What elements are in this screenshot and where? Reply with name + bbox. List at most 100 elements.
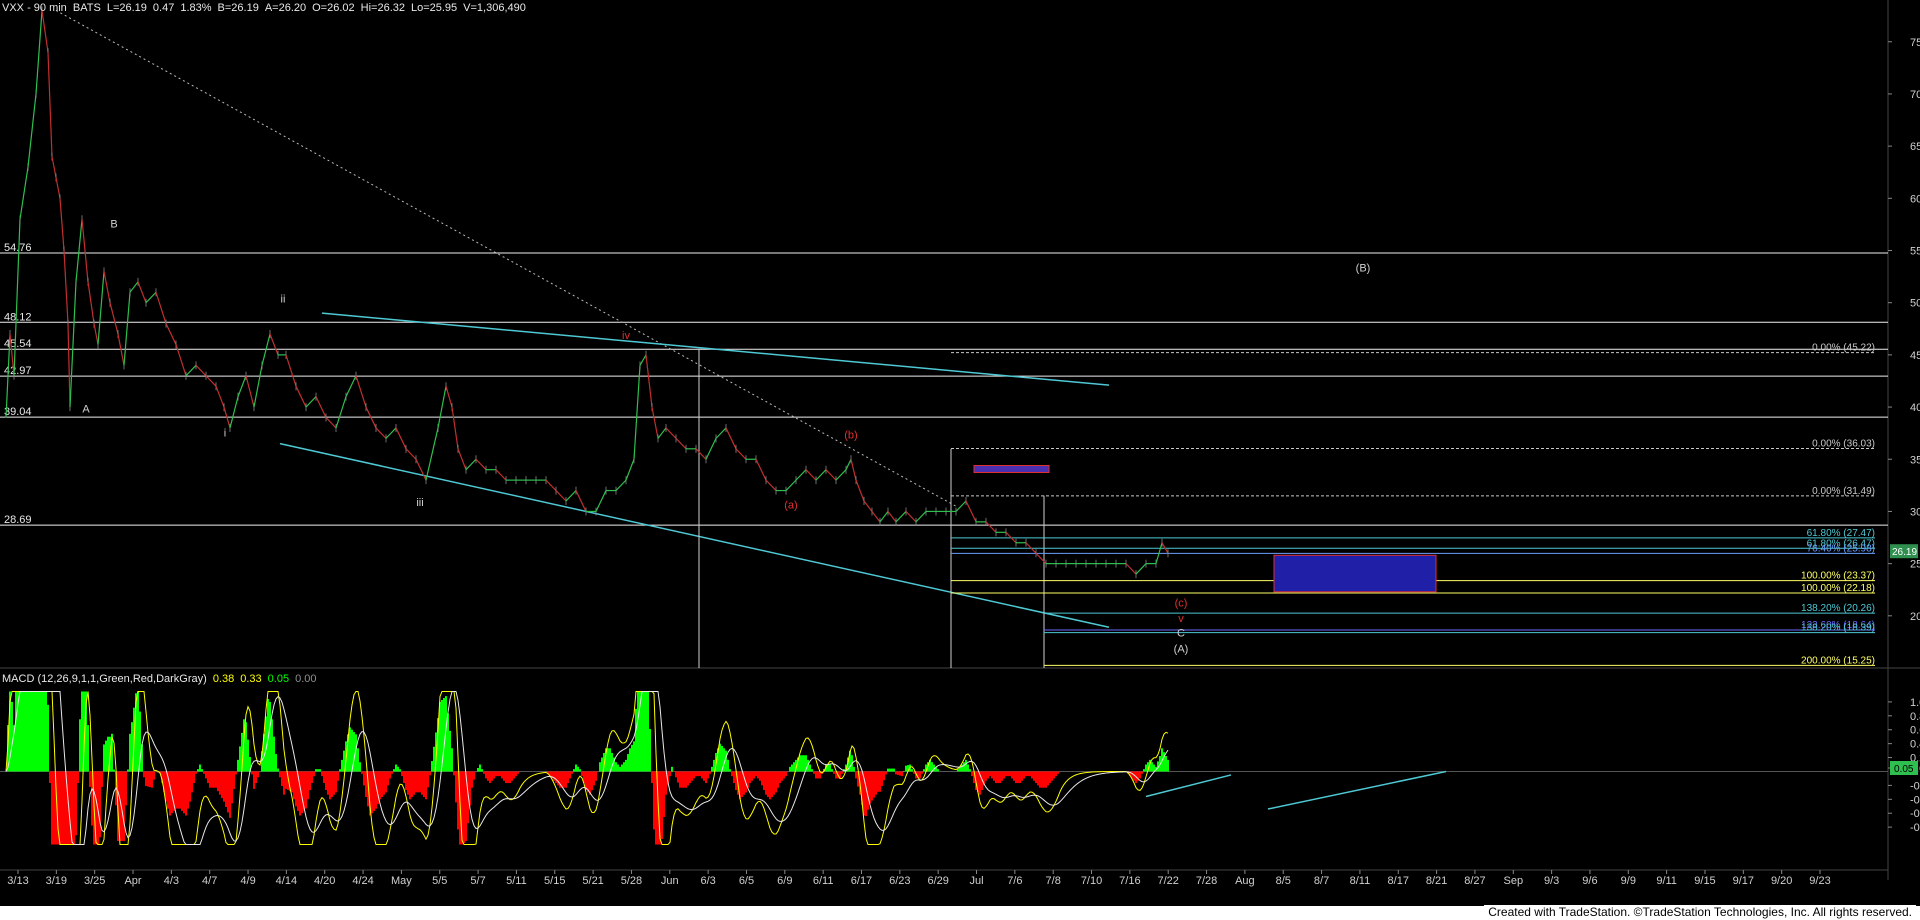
price-segment <box>229 396 239 429</box>
price-segment <box>253 365 263 408</box>
wave-label: iv <box>622 330 630 342</box>
price-segment <box>735 448 747 460</box>
price-segment <box>47 52 53 157</box>
price-level-label: 45.54 <box>4 338 32 350</box>
y-tick-label: 25.00 <box>1910 559 1920 571</box>
x-tick-label: Jun <box>661 875 679 887</box>
price-segment <box>805 469 817 481</box>
price-segment <box>51 156 57 178</box>
y-tick-label: 50.00 <box>1910 298 1920 310</box>
price-segment <box>639 354 647 366</box>
x-tick-label: 6/29 <box>927 875 948 887</box>
x-tick-label: 9/11 <box>1656 875 1677 887</box>
price-segment <box>825 469 837 481</box>
x-tick-label: 9/17 <box>1733 875 1754 887</box>
price-segment <box>815 469 827 481</box>
price-segment <box>850 459 857 481</box>
macd-divergence-line <box>1267 770 1447 810</box>
x-tick-label: 5/5 <box>432 875 447 887</box>
y-tick-label: 60.00 <box>1910 193 1920 205</box>
price-level-label: 39.04 <box>4 406 32 418</box>
x-tick-label: 6/5 <box>739 875 754 887</box>
price-segment <box>93 323 99 345</box>
wave-label: C <box>1177 628 1185 640</box>
price-segment <box>415 458 427 481</box>
price-segment <box>565 490 577 502</box>
price-segment <box>625 459 635 481</box>
x-tick-label: 6/23 <box>889 875 910 887</box>
price-segment <box>879 511 889 523</box>
x-tick-label: 8/7 <box>1314 875 1329 887</box>
macd-tick-label: -0.80 <box>1910 822 1920 834</box>
price-segment <box>59 198 65 251</box>
x-tick-label: 3/19 <box>46 875 67 887</box>
y-tick-label: 40.00 <box>1910 402 1920 414</box>
x-tick-label: 5/11 <box>506 875 527 887</box>
change-value: 0.47 <box>152 2 175 14</box>
macd-label: MACD (12,26,9,1,1,Green,Red,DarkGray) <box>2 673 207 685</box>
price-level-label: 28.69 <box>4 514 32 526</box>
x-tick-label: Aug <box>1235 875 1255 887</box>
x-tick-label: May <box>391 875 412 887</box>
price-segment <box>103 271 111 303</box>
price-segment <box>657 427 667 439</box>
price-segment <box>985 521 997 533</box>
price-segment <box>205 375 217 387</box>
y-tick-label: 55.00 <box>1910 246 1920 258</box>
price-segment <box>165 323 177 345</box>
y-tick-label: 65.00 <box>1910 141 1920 153</box>
chart-canvas: 20.00 25.00 30.00 35.00 40.00 45.00 50.00 55.00… <box>0 0 1920 887</box>
fib-level-label: 200.00% (15.25) <box>1801 655 1875 666</box>
price-segment <box>845 458 852 470</box>
price-segment <box>97 271 105 345</box>
target-zone-box <box>1273 554 1437 593</box>
price-segment <box>109 302 119 335</box>
price-segment <box>35 10 43 94</box>
macd-line <box>5 690 1169 846</box>
x-tick-label: 4/7 <box>202 875 217 887</box>
x-tick-label: 6/11 <box>813 875 834 887</box>
macd-tick-label: -0.20 <box>1910 780 1920 792</box>
x-tick-label: 4/24 <box>352 875 373 887</box>
price-segment <box>69 281 77 408</box>
price-segment <box>545 479 557 491</box>
price-segment <box>955 500 967 512</box>
price-segment <box>855 479 865 502</box>
price-segment <box>755 458 767 481</box>
x-tick-label: 8/17 <box>1388 875 1409 887</box>
price-segment <box>665 427 677 439</box>
macd-last-tag-label: 0.05 <box>1894 764 1914 775</box>
price-segment <box>715 427 727 439</box>
price-segment <box>595 490 607 512</box>
price-segment <box>75 219 83 282</box>
y-tick-label: 20.00 <box>1910 611 1920 623</box>
copyright-footer: Created with TradeStation. ©TradeStation… <box>1484 905 1916 919</box>
price-segment <box>1125 563 1137 575</box>
x-tick-label: 7/28 <box>1196 875 1217 887</box>
price-segment <box>457 448 467 470</box>
chart-header: VXX - 90 min BATS L=26.19 0.47 1.83% B=26.19… <box>2 2 532 14</box>
wave-label: ii <box>281 294 286 306</box>
y-tick-label: 35.00 <box>1910 454 1920 466</box>
price-segment <box>355 375 367 408</box>
x-tick-label: 8/5 <box>1276 875 1291 887</box>
price-segment <box>445 386 453 408</box>
fib-level-label: 138.20% (20.26) <box>1801 603 1875 614</box>
y-tick-label: 70.00 <box>1910 89 1920 101</box>
price-segment <box>615 479 627 491</box>
price-segment <box>269 333 279 356</box>
price-segment <box>395 427 407 450</box>
price-segment <box>465 458 477 471</box>
x-tick-label: 9/3 <box>1544 875 1559 887</box>
macd-header: MACD (12,26,9,1,1,Green,Red,DarkGray) 0.3… <box>2 673 317 685</box>
price-segment <box>1135 563 1147 575</box>
x-tick-label: 7/10 <box>1081 875 1102 887</box>
x-tick-label: 7/22 <box>1158 875 1179 887</box>
fib-level-label: 76.40% (25.98) <box>1807 543 1875 554</box>
price-segment <box>55 177 61 199</box>
price-segment <box>695 448 707 460</box>
y-tick-label: 45.00 <box>1910 350 1920 362</box>
fib-level-label: 138.20% (18.39) <box>1801 623 1875 634</box>
x-tick-label: 6/3 <box>700 875 715 887</box>
x-tick-label: 8/11 <box>1350 875 1371 887</box>
